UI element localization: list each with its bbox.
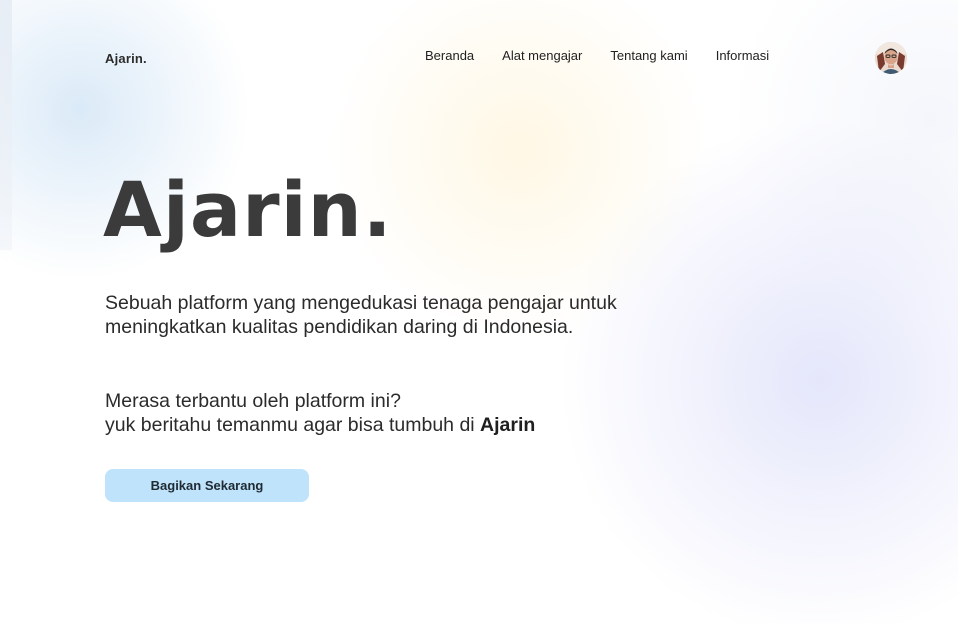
user-avatar[interactable] — [875, 42, 907, 74]
brand-logo[interactable]: Ajarin. — [105, 51, 147, 66]
landing-page: Ajarin. Beranda Alat mengajar Tentang ka… — [0, 0, 958, 624]
nav-link-alat-mengajar[interactable]: Alat mengajar — [502, 48, 582, 63]
nav-link-beranda[interactable]: Beranda — [425, 48, 474, 63]
cta-invite: yuk beritahu temanmu agar bisa tumbuh di… — [105, 413, 705, 437]
hero-title: Ajarin. — [103, 165, 393, 254]
cta-text: Merasa terbantu oleh platform ini? yuk b… — [105, 389, 705, 437]
top-navigation: Ajarin. Beranda Alat mengajar Tentang ka… — [105, 42, 910, 74]
share-now-button[interactable]: Bagikan Sekarang — [105, 469, 309, 502]
cta-brand-name: Ajarin — [480, 414, 536, 436]
nav-link-informasi[interactable]: Informasi — [716, 48, 769, 63]
cta-question: Merasa terbantu oleh platform ini? — [105, 390, 401, 412]
hero-description: Sebuah platform yang mengedukasi tenaga … — [105, 292, 617, 338]
nav-link-tentang-kami[interactable]: Tentang kami — [610, 48, 687, 63]
cta-invite-text: yuk beritahu temanmu agar bisa tumbuh di — [105, 414, 481, 436]
avatar-icon — [875, 42, 907, 74]
nav-links: Beranda Alat mengajar Tentang kami Infor… — [425, 48, 769, 63]
